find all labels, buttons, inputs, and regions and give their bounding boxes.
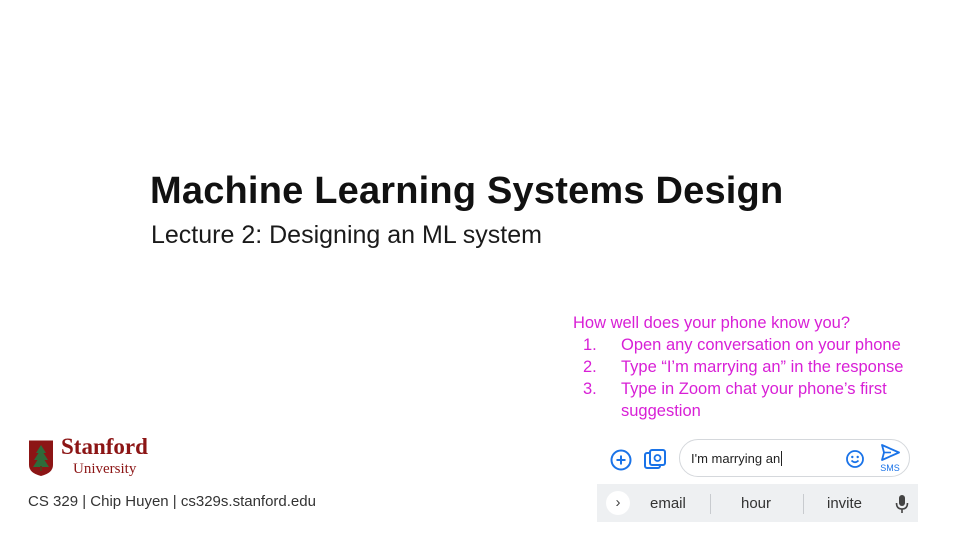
step-text: Type “I’m marrying an” in the response <box>621 358 904 376</box>
slide-title: Machine Learning Systems Design <box>150 170 784 212</box>
suggestion-chip[interactable]: hour <box>741 495 771 512</box>
suggestion-chip[interactable]: email <box>650 495 686 512</box>
divider <box>710 494 711 514</box>
prompt-steps: 1. Open any conversation on your phone 2… <box>573 334 953 422</box>
phone-compose-bar: I'm marrying an SMS <box>600 438 918 482</box>
emoji-icon[interactable] <box>845 449 865 469</box>
prompt-step: 1. Open any conversation on your phone <box>573 334 953 356</box>
footer-text: CS 329 | Chip Huyen | cs329s.stanford.ed… <box>28 493 316 510</box>
send-button[interactable]: SMS <box>876 443 904 475</box>
prompt-step: 3. Type in Zoom chat your phone’s first … <box>573 378 953 422</box>
send-label: SMS <box>880 463 900 473</box>
message-input-value: I'm marrying an <box>691 451 783 466</box>
step-text: Type in Zoom chat your phone’s first sug… <box>621 380 887 420</box>
prompt-step: 2. Type “I’m marrying an” in the respons… <box>573 356 953 378</box>
step-number: 2. <box>583 358 597 376</box>
prompt-heading: How well does your phone know you? <box>573 314 850 332</box>
suggestion-strip: › email hour invite <box>597 484 918 522</box>
slide-subtitle: Lecture 2: Designing an ML system <box>151 221 542 249</box>
mic-icon[interactable] <box>894 494 910 514</box>
suggestion-chip[interactable]: invite <box>827 495 862 512</box>
add-icon[interactable] <box>608 447 634 473</box>
message-input[interactable]: I'm marrying an SMS <box>679 439 910 477</box>
step-number: 1. <box>583 336 597 354</box>
tree-seal-icon <box>29 439 53 476</box>
prompt-box: How well does your phone know you? 1. Op… <box>573 312 953 422</box>
logo-subtext: University <box>73 461 137 477</box>
gallery-icon[interactable] <box>642 447 668 473</box>
send-icon <box>881 444 900 461</box>
logo-wordmark: Stanford <box>61 434 148 459</box>
divider <box>803 494 804 514</box>
chevron-right-icon[interactable]: › <box>606 491 630 515</box>
step-text: Open any conversation on your phone <box>621 336 901 354</box>
step-number: 3. <box>583 380 597 398</box>
